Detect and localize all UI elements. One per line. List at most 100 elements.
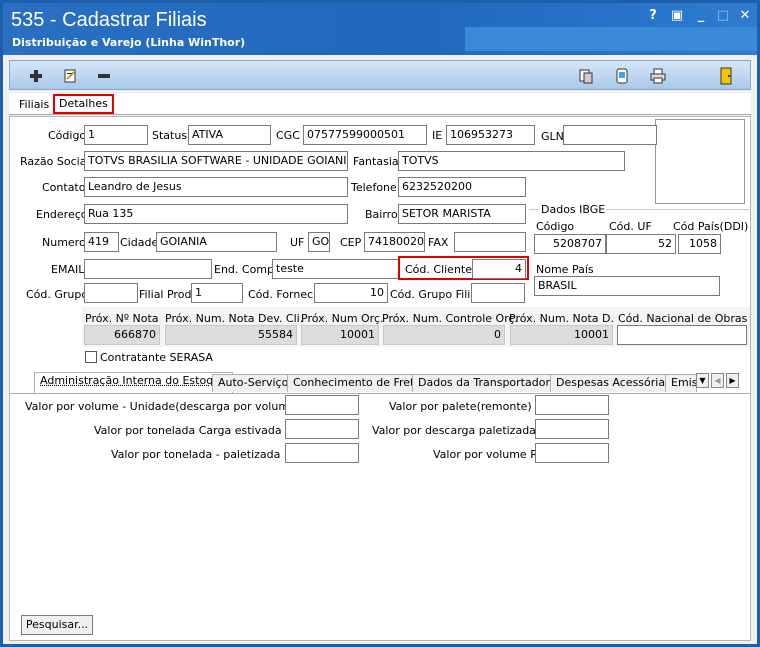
fantasia-label: Fantasia (353, 155, 399, 168)
status-field[interactable]: ATIVA (188, 125, 271, 145)
toolbar (9, 60, 751, 90)
nome-pais-field[interactable]: BRASIL (534, 276, 720, 296)
codigo-label: Código (48, 129, 87, 142)
tab-detalhes[interactable]: Detalhes (53, 94, 114, 114)
exit-icon[interactable] (716, 66, 736, 86)
prox-nota-d-label: Próx. Num. Nota D. (509, 312, 614, 325)
endereco-label: Endereço (36, 208, 88, 221)
window-title: 535 - Cadastrar Filiais (11, 9, 207, 31)
minimize-button[interactable]: _ (691, 7, 711, 25)
nome-pais-label: Nome País (536, 263, 594, 276)
cod-fornec-field[interactable]: 10 (314, 283, 388, 303)
valor-volume-unidade-label: Valor por volume - Unidade(descarga por … (25, 400, 319, 413)
valor-palete-label: Valor por palete(remonte) R$: (389, 400, 554, 413)
end-comp-label: End. Comp. (214, 263, 278, 276)
status-label: Status (152, 129, 188, 142)
cod-cliente-field[interactable]: 4 (472, 259, 526, 279)
uf-field[interactable]: GO (308, 232, 330, 252)
gln-field[interactable] (563, 125, 657, 145)
ibge-cod-pais-label: Cód País(DDI) (673, 220, 749, 233)
prox-controle-orc-label: Próx. Num. Controle Orç. (382, 312, 519, 325)
contato-field[interactable]: Leandro de Jesus (84, 177, 348, 197)
valor-tonelada-paletizada-label: Valor por tonelada - paletizada R$: (111, 448, 303, 461)
ibge-codigo-label: Código (536, 220, 575, 233)
fax-field[interactable] (454, 232, 526, 252)
serasa-checkbox[interactable] (85, 351, 97, 363)
cod-grupo-filial-label: Cód. Grupo Filial (390, 288, 481, 301)
cod-fornec-label: Cód. Fornec. (248, 288, 317, 301)
serasa-label: Contratante SERASA (100, 351, 213, 364)
cep-label: CEP (340, 236, 362, 249)
ie-field[interactable]: 106953273 (446, 125, 535, 145)
cod-grupo-filial-field[interactable] (471, 283, 525, 303)
prox-nota-field: 666870 (84, 325, 160, 345)
tab-despesas-acessorias[interactable]: Despesas Acessórias (550, 374, 677, 392)
numero-label: Numero (42, 236, 86, 249)
fantasia-field[interactable]: TOTVS (398, 151, 625, 171)
ibge-cod-uf-field[interactable]: 52 (606, 234, 676, 254)
cidade-field[interactable]: GOIANIA (156, 232, 277, 252)
razao-social-label: Razão Social (20, 155, 90, 168)
add-icon[interactable] (26, 66, 46, 86)
valor-palete-field[interactable] (535, 395, 609, 415)
numero-field[interactable]: 419 (84, 232, 119, 252)
valor-tonelada-paletizada-field[interactable] (285, 443, 359, 463)
ibge-codigo-field[interactable]: 5208707 (534, 234, 606, 254)
valor-descarga-paletizada-label: Valor por descarga paletizada R$: (372, 424, 558, 437)
codigo-field[interactable]: 1 (84, 125, 148, 145)
telefone-field[interactable]: 6232520200 (398, 177, 526, 197)
tab-auto-servico[interactable]: Auto-Serviço (212, 374, 295, 392)
contato-label: Contato (42, 181, 86, 194)
logo-image-box[interactable] (655, 119, 745, 204)
email-label: EMAIL (51, 263, 85, 276)
bairro-field[interactable]: SETOR MARISTA (398, 204, 526, 224)
valor-volume-unidade-field[interactable] (285, 395, 359, 415)
ibge-cod-uf-label: Cód. UF (609, 220, 652, 233)
endereco-field[interactable]: Rua 135 (84, 204, 348, 224)
restore-layout-button[interactable]: ▣ (667, 7, 687, 25)
tab-filiais[interactable]: Filiais (15, 96, 53, 114)
print-icon[interactable] (648, 66, 668, 86)
title-decoration (465, 27, 757, 51)
remove-icon[interactable] (94, 66, 114, 86)
email-field[interactable] (84, 259, 212, 279)
gln-label: GLN (541, 130, 564, 143)
tab-administracao-estoque-label: Administração Interna do Estoque (40, 374, 227, 387)
window-subtitle: Distribuição e Varejo (Linha WinThor) (12, 36, 246, 49)
tab-list-dropdown-icon[interactable]: ▼ (696, 373, 709, 388)
prox-nota-label: Próx. Nº Nota (85, 312, 159, 325)
tab-scroll-left-icon[interactable]: ◀ (711, 373, 724, 388)
cgc-label: CGC (276, 129, 300, 142)
cep-field[interactable]: 74180020 (364, 232, 425, 252)
cod-nacional-obras-field[interactable] (617, 325, 747, 345)
tab-dados-transportadora[interactable]: Dados da Transportadora (412, 374, 563, 392)
valor-tonelada-estivada-field[interactable] (285, 419, 359, 439)
ibge-cod-pais-field[interactable]: 1058 (678, 234, 721, 254)
tab-conhecimento-frete[interactable]: Conhecimento de Frete (287, 374, 428, 392)
valor-descarga-paletizada-field[interactable] (535, 419, 609, 439)
cgc-field[interactable]: 07577599000501 (303, 125, 427, 145)
report-icon[interactable] (612, 66, 632, 86)
prox-nota-d-field: 10001 (510, 325, 613, 345)
ie-label: IE (432, 129, 443, 142)
valor-tonelada-estivada-label: Valor por tonelada Carga estivada R$: (94, 424, 304, 437)
prox-nota-dev-label: Próx. Num. Nota Dev. Cli. (165, 312, 304, 325)
cod-grupo-field[interactable] (84, 283, 138, 303)
help-button[interactable]: ? (643, 7, 663, 25)
edit-icon[interactable] (60, 66, 80, 86)
valor-volume-field[interactable] (535, 443, 609, 463)
title-bar: 535 - Cadastrar Filiais Distribuição e V… (3, 3, 757, 55)
end-comp-field[interactable]: teste (272, 259, 399, 279)
filial-prod-label: Filial Prod. (139, 288, 195, 301)
tab-administracao-estoque[interactable]: Administração Interna do Estoque (34, 372, 233, 393)
maximize-button[interactable]: □ (713, 7, 733, 25)
tab-emissao[interactable]: Emiss (665, 374, 697, 392)
prox-orc-field: 10001 (301, 325, 379, 345)
copy-icon[interactable] (576, 66, 596, 86)
valor-volume-label: Valor por volume R$: (433, 448, 549, 461)
tab-scroll-right-icon[interactable]: ▶ (726, 373, 739, 388)
close-button[interactable]: ✕ (735, 7, 755, 25)
pesquisar-button[interactable]: Pesquisar... (21, 615, 93, 635)
filial-prod-field[interactable]: 1 (191, 283, 243, 303)
razao-social-field[interactable]: TOTVS BRASILIA SOFTWARE - UNIDADE GOIANI (84, 151, 348, 171)
